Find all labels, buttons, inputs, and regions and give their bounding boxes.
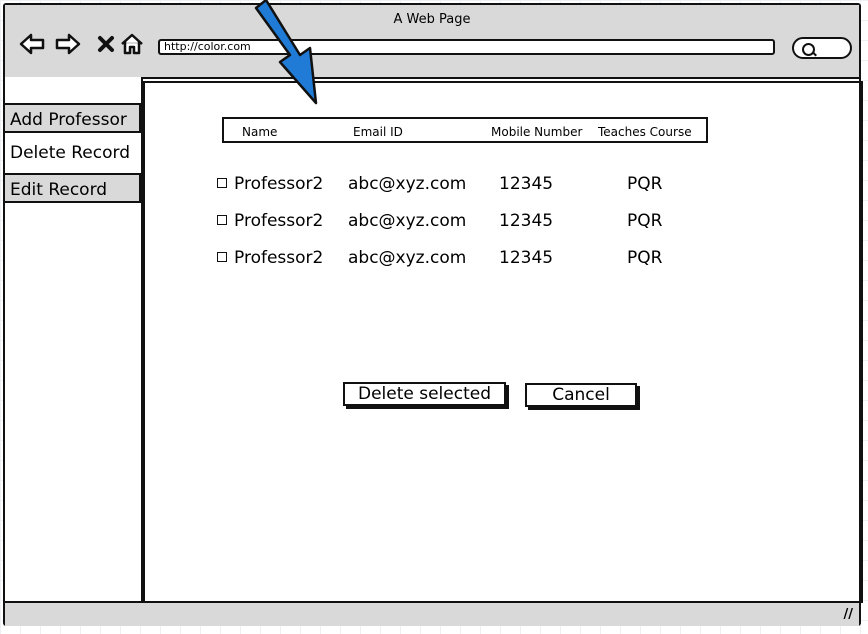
sidebar-item-label: Add Professor xyxy=(10,110,127,130)
column-header-course: Teaches Course xyxy=(598,125,692,139)
row-checkbox[interactable] xyxy=(217,252,227,262)
professor-course: PQR xyxy=(627,248,663,268)
cancel-button[interactable]: Cancel xyxy=(525,383,637,407)
professor-mobile: 12345 xyxy=(499,248,554,268)
status-bar: // xyxy=(5,601,859,626)
professor-name: Professor2 xyxy=(234,174,324,194)
search-icon xyxy=(802,43,815,56)
close-icon[interactable] xyxy=(93,31,119,57)
professor-email: abc@xyz.com xyxy=(348,248,467,268)
professor-course: PQR xyxy=(627,211,663,231)
annotation-arrow-icon xyxy=(254,0,318,105)
table-header: Name Email ID Mobile Number Teaches Cour… xyxy=(222,117,708,143)
browser-window: A Web Page http://color.com Add Professo… xyxy=(3,3,863,626)
professor-name: Professor2 xyxy=(234,211,324,231)
sidebar: Add Professor Delete Record Edit Record xyxy=(5,77,143,601)
window-title: A Web Page xyxy=(393,12,471,27)
resize-grip-icon[interactable]: // xyxy=(844,607,854,622)
professor-course: PQR xyxy=(627,174,663,194)
forward-arrow-icon[interactable] xyxy=(55,31,81,57)
row-checkbox[interactable] xyxy=(217,178,227,188)
sidebar-item-delete-record[interactable]: Delete Record xyxy=(5,138,141,168)
row-checkbox[interactable] xyxy=(217,215,227,225)
back-arrow-icon[interactable] xyxy=(19,31,45,57)
sidebar-item-edit-record[interactable]: Edit Record xyxy=(5,173,141,203)
sidebar-item-label: Delete Record xyxy=(10,143,130,163)
professor-mobile: 12345 xyxy=(499,174,554,194)
search-box[interactable] xyxy=(792,37,852,59)
column-header-mobile: Mobile Number xyxy=(491,125,583,139)
professor-name: Professor2 xyxy=(234,248,324,268)
main-content xyxy=(143,81,863,603)
professor-email: abc@xyz.com xyxy=(348,174,467,194)
column-header-name: Name xyxy=(242,125,278,139)
delete-selected-button[interactable]: Delete selected xyxy=(343,382,506,406)
column-header-email: Email ID xyxy=(353,125,403,139)
address-text: http://color.com xyxy=(164,40,251,53)
professor-email: abc@xyz.com xyxy=(348,211,467,231)
sidebar-item-add-professor[interactable]: Add Professor xyxy=(5,103,141,133)
sidebar-item-label: Edit Record xyxy=(10,180,108,200)
home-icon[interactable] xyxy=(119,31,145,57)
browser-toolbar: A Web Page http://color.com xyxy=(5,5,859,79)
professor-mobile: 12345 xyxy=(499,211,554,231)
